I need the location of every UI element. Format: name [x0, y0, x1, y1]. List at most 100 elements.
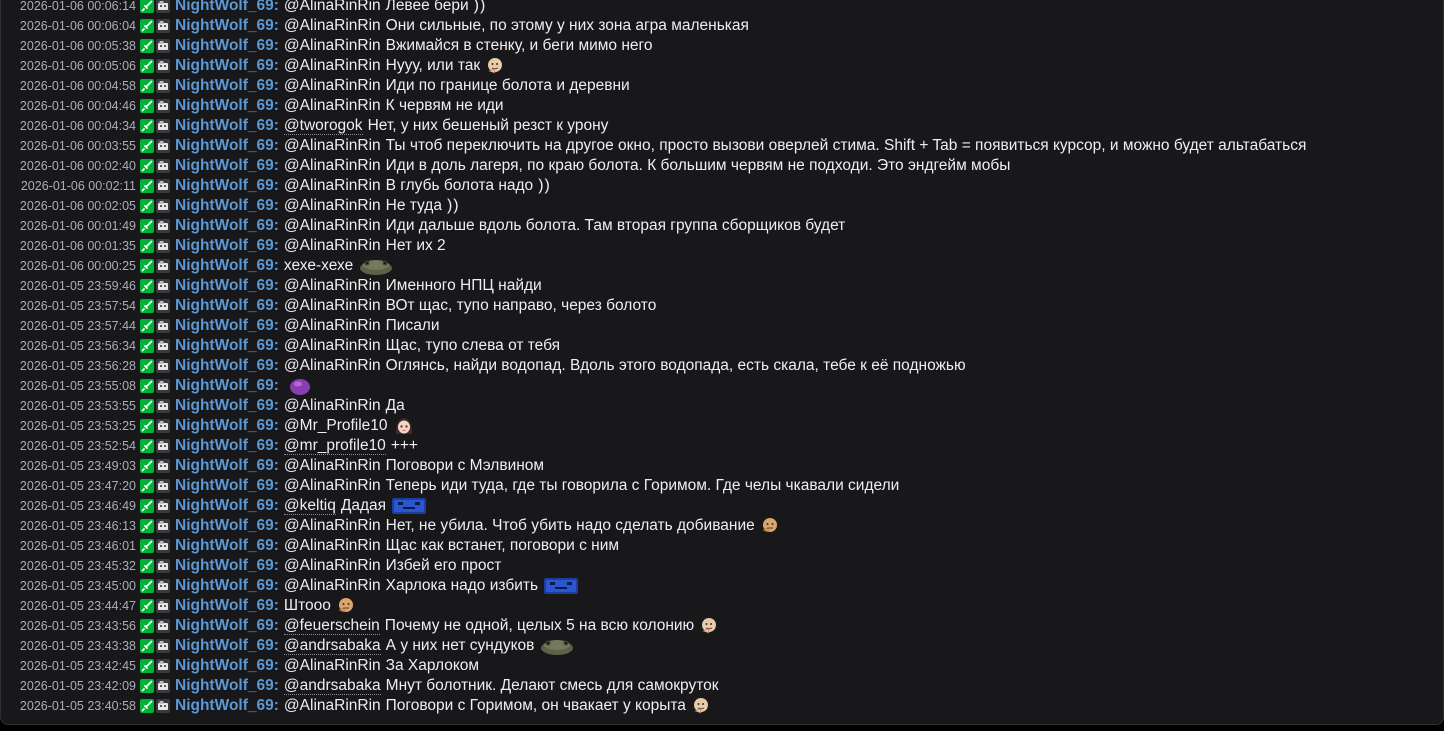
sword-badge-icon[interactable] — [140, 399, 154, 413]
sword-badge-icon[interactable] — [140, 559, 154, 573]
message-username[interactable]: NightWolf_69 — [175, 96, 274, 116]
moderator-badge-icon[interactable] — [156, 619, 170, 633]
message-username[interactable]: NightWolf_69 — [175, 636, 274, 656]
message-username[interactable]: NightWolf_69 — [175, 256, 274, 276]
moderator-badge-icon[interactable] — [156, 139, 170, 153]
message-username[interactable]: NightWolf_69 — [175, 236, 274, 256]
sword-badge-icon[interactable] — [140, 619, 154, 633]
message-mention[interactable]: @keltiq — [283, 497, 336, 515]
sword-badge-icon[interactable] — [140, 99, 154, 113]
message-mention[interactable]: @andrsabaka — [283, 637, 381, 655]
message-mention[interactable]: @AlinaRinRin — [284, 96, 381, 116]
message-username[interactable]: NightWolf_69 — [175, 536, 274, 556]
moderator-badge-icon[interactable] — [156, 379, 170, 393]
purple-blob-emote[interactable] — [289, 376, 311, 396]
moderator-badge-icon[interactable] — [156, 279, 170, 293]
sword-badge-icon[interactable] — [140, 199, 154, 213]
toad-emote[interactable] — [539, 636, 575, 656]
message-mention[interactable]: @AlinaRinRin — [284, 196, 381, 216]
sword-badge-icon[interactable] — [140, 239, 154, 253]
message-username[interactable]: NightWolf_69 — [175, 576, 274, 596]
message-username[interactable]: NightWolf_69 — [175, 356, 274, 376]
message-username[interactable]: NightWolf_69 — [175, 136, 274, 156]
message-mention[interactable]: @AlinaRinRin — [284, 316, 381, 336]
message-username[interactable]: NightWolf_69 — [175, 556, 274, 576]
message-username[interactable]: NightWolf_69 — [175, 56, 274, 76]
sword-badge-icon[interactable] — [140, 39, 154, 53]
message-mention[interactable]: @AlinaRinRin — [284, 76, 381, 96]
moderator-badge-icon[interactable] — [156, 119, 170, 133]
sword-badge-icon[interactable] — [140, 579, 154, 593]
message-mention[interactable]: @Mr_Profile10 — [284, 416, 388, 436]
message-mention[interactable]: @AlinaRinRin — [284, 36, 381, 56]
message-mention[interactable]: @AlinaRinRin — [284, 576, 381, 596]
moderator-badge-icon[interactable] — [156, 439, 170, 453]
sword-badge-icon[interactable] — [140, 519, 154, 533]
sword-badge-icon[interactable] — [140, 439, 154, 453]
moderator-badge-icon[interactable] — [156, 659, 170, 673]
moderator-badge-icon[interactable] — [156, 299, 170, 313]
message-username[interactable]: NightWolf_69 — [175, 216, 274, 236]
message-username[interactable]: NightWolf_69 — [175, 696, 274, 716]
sword-badge-icon[interactable] — [140, 499, 154, 513]
moderator-badge-icon[interactable] — [156, 19, 170, 33]
message-username[interactable]: NightWolf_69 — [175, 456, 274, 476]
message-username[interactable]: NightWolf_69 — [175, 0, 274, 16]
message-mention[interactable]: @AlinaRinRin — [284, 56, 381, 76]
toad-emote[interactable] — [358, 256, 394, 276]
chat-log[interactable]: 2026-01-06 00:06:14 NightWolf_69: @AlinaRi… — [1, 0, 1443, 716]
message-mention[interactable]: @AlinaRinRin — [284, 216, 381, 236]
message-username[interactable]: NightWolf_69 — [175, 16, 274, 36]
message-mention[interactable]: @AlinaRinRin — [284, 276, 381, 296]
message-username[interactable]: NightWolf_69 — [175, 616, 274, 636]
moderator-badge-icon[interactable] — [156, 599, 170, 613]
sword-badge-icon[interactable] — [140, 359, 154, 373]
sword-badge-icon[interactable] — [140, 139, 154, 153]
smile-emote[interactable]: )) — [447, 196, 460, 216]
message-mention[interactable]: @AlinaRinRin — [284, 236, 381, 256]
sword-badge-icon[interactable] — [140, 379, 154, 393]
moderator-badge-icon[interactable] — [156, 699, 170, 713]
message-mention[interactable]: @AlinaRinRin — [284, 0, 381, 16]
message-mention[interactable]: @AlinaRinRin — [284, 536, 381, 556]
message-username[interactable]: NightWolf_69 — [175, 156, 274, 176]
moderator-badge-icon[interactable] — [156, 79, 170, 93]
message-mention[interactable]: @AlinaRinRin — [284, 396, 381, 416]
moderator-badge-icon[interactable] — [156, 179, 170, 193]
thinking-face-emote[interactable] — [691, 696, 711, 716]
moderator-badge-icon[interactable] — [156, 339, 170, 353]
message-username[interactable]: NightWolf_69 — [175, 196, 274, 216]
message-username[interactable]: NightWolf_69 — [175, 436, 274, 456]
moderator-badge-icon[interactable] — [156, 479, 170, 493]
message-mention[interactable]: @AlinaRinRin — [284, 336, 381, 356]
moderator-badge-icon[interactable] — [156, 319, 170, 333]
moderator-badge-icon[interactable] — [156, 459, 170, 473]
blue-banner-emote[interactable] — [391, 496, 427, 516]
message-mention[interactable]: @AlinaRinRin — [284, 176, 381, 196]
pointing-face-emote[interactable] — [336, 596, 356, 616]
moderator-badge-icon[interactable] — [156, 259, 170, 273]
moderator-badge-icon[interactable] — [156, 399, 170, 413]
sword-badge-icon[interactable] — [140, 259, 154, 273]
moderator-badge-icon[interactable] — [156, 519, 170, 533]
message-username[interactable]: NightWolf_69 — [175, 396, 274, 416]
moderator-badge-icon[interactable] — [156, 579, 170, 593]
message-username[interactable]: NightWolf_69 — [175, 676, 274, 696]
message-username[interactable]: NightWolf_69 — [175, 376, 274, 396]
moderator-badge-icon[interactable] — [156, 499, 170, 513]
message-username[interactable]: NightWolf_69 — [175, 596, 274, 616]
message-mention[interactable]: @AlinaRinRin — [284, 16, 381, 36]
moderator-badge-icon[interactable] — [156, 99, 170, 113]
moderator-badge-icon[interactable] — [156, 419, 170, 433]
moderator-badge-icon[interactable] — [156, 639, 170, 653]
message-mention[interactable]: @AlinaRinRin — [284, 456, 381, 476]
sword-badge-icon[interactable] — [140, 699, 154, 713]
anime-girl-emote[interactable] — [393, 416, 415, 436]
moderator-badge-icon[interactable] — [156, 359, 170, 373]
sword-badge-icon[interactable] — [140, 179, 154, 193]
moderator-badge-icon[interactable] — [156, 199, 170, 213]
moderator-badge-icon[interactable] — [156, 539, 170, 553]
sword-badge-icon[interactable] — [140, 79, 154, 93]
sword-badge-icon[interactable] — [140, 419, 154, 433]
sword-badge-icon[interactable] — [140, 479, 154, 493]
